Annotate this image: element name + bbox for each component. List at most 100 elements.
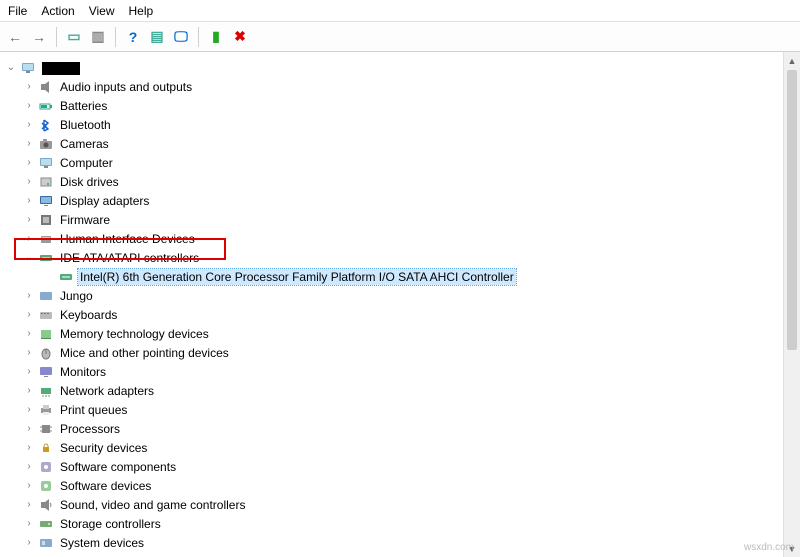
tree-category[interactable]: › Computer <box>2 153 796 172</box>
tree-item-label[interactable]: Memory technology devices <box>58 326 211 342</box>
tree-category[interactable]: › Batteries <box>2 96 796 115</box>
tree-device[interactable]: Intel(R) 6th Generation Core Processor F… <box>2 267 796 286</box>
tree-item-label[interactable]: Bluetooth <box>58 117 113 133</box>
computer-icon <box>20 60 36 76</box>
tree-item-label[interactable]: Network adapters <box>58 383 156 399</box>
toolbar-separator <box>56 27 57 47</box>
battery-icon <box>38 98 54 114</box>
device-tree[interactable]: ⌄ › Audio inputs and outputs › Batteries › Blu… <box>0 52 800 557</box>
softcomp-icon <box>38 459 54 475</box>
tree-category[interactable]: › Audio inputs and outputs <box>2 77 796 96</box>
scroll-up-icon[interactable]: ▲ <box>784 52 800 69</box>
tree-item-label[interactable]: Batteries <box>58 98 109 114</box>
chevron-right-icon[interactable]: › <box>22 99 36 113</box>
properties-icon[interactable]: ▥ <box>87 26 109 48</box>
chevron-right-icon[interactable]: › <box>22 194 36 208</box>
tree-item-label[interactable]: Cameras <box>58 136 111 152</box>
tree-category[interactable]: › Monitors <box>2 362 796 381</box>
tree-category[interactable]: › System devices <box>2 533 796 552</box>
chevron-right-icon[interactable]: › <box>22 460 36 474</box>
firmware-icon <box>38 212 54 228</box>
tree-category[interactable]: › Mice and other pointing devices <box>2 343 796 362</box>
tree-category[interactable]: › Processors <box>2 419 796 438</box>
tree-category[interactable]: › Firmware <box>2 210 796 229</box>
tree-item-label[interactable]: Print queues <box>58 402 129 418</box>
chevron-right-icon[interactable]: › <box>22 308 36 322</box>
tree-category[interactable]: › Network adapters <box>2 381 796 400</box>
tree-category[interactable]: › Bluetooth <box>2 115 796 134</box>
tree-category[interactable]: › Sound, video and game controllers <box>2 495 796 514</box>
tree-item-label[interactable]: System devices <box>58 535 146 551</box>
show-hide-tree-icon[interactable]: ▭ <box>63 26 85 48</box>
tree-item-label[interactable]: Storage controllers <box>58 516 163 532</box>
chevron-right-icon[interactable]: › <box>22 517 36 531</box>
tree-category[interactable]: › Software devices <box>2 476 796 495</box>
menu-file[interactable]: File <box>8 4 27 18</box>
tree-item-label[interactable]: Monitors <box>58 364 108 380</box>
chevron-right-icon[interactable]: › <box>22 289 36 303</box>
tree-item-label[interactable]: Software devices <box>58 478 153 494</box>
tree-item-label[interactable]: Display adapters <box>58 193 151 209</box>
tree-root[interactable]: ⌄ <box>2 58 796 77</box>
chevron-right-icon[interactable]: › <box>22 384 36 398</box>
scroll-thumb[interactable] <box>787 70 797 350</box>
forward-icon[interactable]: → <box>28 26 50 48</box>
chevron-right-icon[interactable]: › <box>22 327 36 341</box>
tree-item-label[interactable]: Mice and other pointing devices <box>58 345 231 361</box>
tree-category[interactable]: › Storage controllers <box>2 514 796 533</box>
chevron-right-icon[interactable]: › <box>22 80 36 94</box>
vertical-scrollbar[interactable]: ▲ ▼ <box>783 52 800 557</box>
tree-item-label[interactable]: Audio inputs and outputs <box>58 79 194 95</box>
chevron-right-icon[interactable]: › <box>22 498 36 512</box>
scan-icon[interactable]: ▤ <box>146 26 168 48</box>
tree-item-label[interactable]: Sound, video and game controllers <box>58 497 247 513</box>
softdev-icon <box>38 478 54 494</box>
tree-item-label[interactable]: Computer <box>58 155 115 171</box>
chevron-right-icon[interactable]: › <box>22 213 36 227</box>
back-icon[interactable]: ← <box>4 26 26 48</box>
highlight-rectangle <box>14 238 226 260</box>
chevron-right-icon[interactable]: › <box>22 175 36 189</box>
menu-view[interactable]: View <box>89 4 115 18</box>
chevron-right-icon[interactable]: › <box>22 403 36 417</box>
chevron-right-icon[interactable]: › <box>22 137 36 151</box>
tree-category[interactable]: › Print queues <box>2 400 796 419</box>
tree-category[interactable]: › Jungo <box>2 286 796 305</box>
chevron-right-icon[interactable]: › <box>22 156 36 170</box>
tree-category[interactable]: › Disk drives <box>2 172 796 191</box>
help-icon[interactable]: ? <box>122 26 144 48</box>
tree-item-label[interactable]: Disk drives <box>58 174 121 190</box>
computer-icon <box>38 155 54 171</box>
tree-category[interactable]: › Memory technology devices <box>2 324 796 343</box>
tree-item-label[interactable]: Security devices <box>58 440 149 456</box>
tree-item-label[interactable]: Software components <box>58 459 178 475</box>
watermark: wsxdn.com <box>744 542 794 553</box>
chevron-right-icon[interactable]: › <box>22 118 36 132</box>
tree-item-label[interactable]: Firmware <box>58 212 112 228</box>
chevron-right-icon[interactable]: › <box>22 441 36 455</box>
tree-item-label[interactable]: Processors <box>58 421 122 437</box>
chevron-right-icon[interactable]: › <box>22 422 36 436</box>
delete-icon[interactable]: ✖ <box>229 26 251 48</box>
tree-item-label[interactable]: Intel(R) 6th Generation Core Processor F… <box>78 269 516 285</box>
tree-item-label[interactable]: Jungo <box>58 288 95 304</box>
tree-category[interactable]: › Display adapters <box>2 191 796 210</box>
chevron-right-icon[interactable]: › <box>22 365 36 379</box>
security-icon <box>38 440 54 456</box>
tree-category[interactable]: › Security devices <box>2 438 796 457</box>
ide-icon <box>58 269 74 285</box>
menu-action[interactable]: Action <box>41 4 74 18</box>
tree-category[interactable]: › Keyboards <box>2 305 796 324</box>
tree-item-label[interactable]: Keyboards <box>58 307 119 323</box>
enable-icon[interactable]: ▮ <box>205 26 227 48</box>
chevron-right-icon[interactable]: › <box>22 536 36 550</box>
tree-category[interactable]: › Software components <box>2 457 796 476</box>
tree-category[interactable]: › Cameras <box>2 134 796 153</box>
monitor-icon[interactable]: 🖵 <box>170 26 192 48</box>
menu-help[interactable]: Help <box>129 4 154 18</box>
jungo-icon <box>38 288 54 304</box>
tree-item-label[interactable] <box>40 59 82 75</box>
chevron-right-icon[interactable]: › <box>22 479 36 493</box>
chevron-right-icon[interactable]: › <box>22 346 36 360</box>
chevron-down-icon[interactable]: ⌄ <box>4 61 18 75</box>
